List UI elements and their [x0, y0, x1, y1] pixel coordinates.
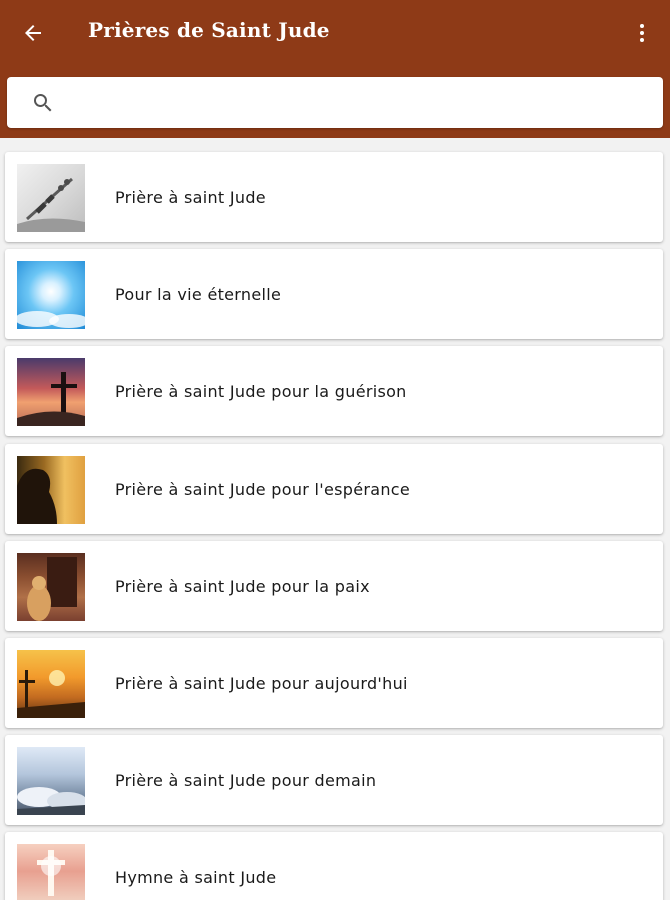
glowing-cross-icon [37, 850, 65, 896]
list-item-label: Prière à saint Jude pour l'espérance [115, 479, 411, 499]
prayer-thumbnail [17, 456, 85, 524]
praying-person-icon [17, 468, 57, 524]
list-item[interactable]: Pour la vie éternelle [5, 249, 663, 339]
list-item-label: Prière à saint Jude pour la paix [115, 576, 370, 596]
prayer-thumbnail [17, 164, 85, 232]
sunset-cross-icon [17, 670, 85, 718]
list-item-label: Prière à saint Jude pour demain [115, 770, 377, 790]
search-input[interactable] [67, 85, 647, 120]
list-item[interactable]: Prière à saint Jude pour demain [5, 735, 663, 825]
prayer-thumbnail [17, 747, 85, 815]
prayer-thumbnail [17, 358, 85, 426]
list-item-label: Prière à saint Jude pour la guérison [115, 381, 407, 401]
prayer-thumbnail [17, 844, 85, 900]
search-bar[interactable] [7, 77, 663, 128]
list-item[interactable]: Prière à saint Jude pour la guérison [5, 346, 663, 436]
list-item[interactable]: Prière à saint Jude pour l'espérance [5, 444, 663, 534]
app-bar: Prières de Saint Jude [0, 0, 670, 138]
back-button[interactable] [16, 16, 50, 50]
list-item-label: Prière à saint Jude [115, 187, 266, 207]
list-item-label: Hymne à saint Jude [115, 867, 277, 887]
list-item[interactable]: Prière à saint Jude pour aujourd'hui [5, 638, 663, 728]
page-title: Prières de Saint Jude [88, 18, 330, 42]
rosary-icon [17, 177, 85, 232]
list-item-label: Pour la vie éternelle [115, 284, 282, 304]
clouds-icon [17, 787, 85, 815]
more-vert-icon [640, 24, 644, 28]
search-icon [34, 94, 52, 112]
prayer-thumbnail [17, 650, 85, 718]
church-interior-icon [27, 557, 77, 621]
cross-icon [17, 372, 85, 426]
arrow-back-icon [25, 25, 41, 41]
list-item[interactable]: Hymne à saint Jude [5, 832, 663, 900]
sky-light-icon [17, 311, 85, 328]
list-item[interactable]: Prière à saint Jude pour la paix [5, 541, 663, 631]
prayer-thumbnail [17, 553, 85, 621]
list-item[interactable]: Prière à saint Jude [5, 152, 663, 242]
list-item-label: Prière à saint Jude pour aujourd'hui [115, 673, 408, 693]
overflow-menu-button[interactable] [628, 16, 656, 50]
prayer-thumbnail [17, 261, 85, 329]
